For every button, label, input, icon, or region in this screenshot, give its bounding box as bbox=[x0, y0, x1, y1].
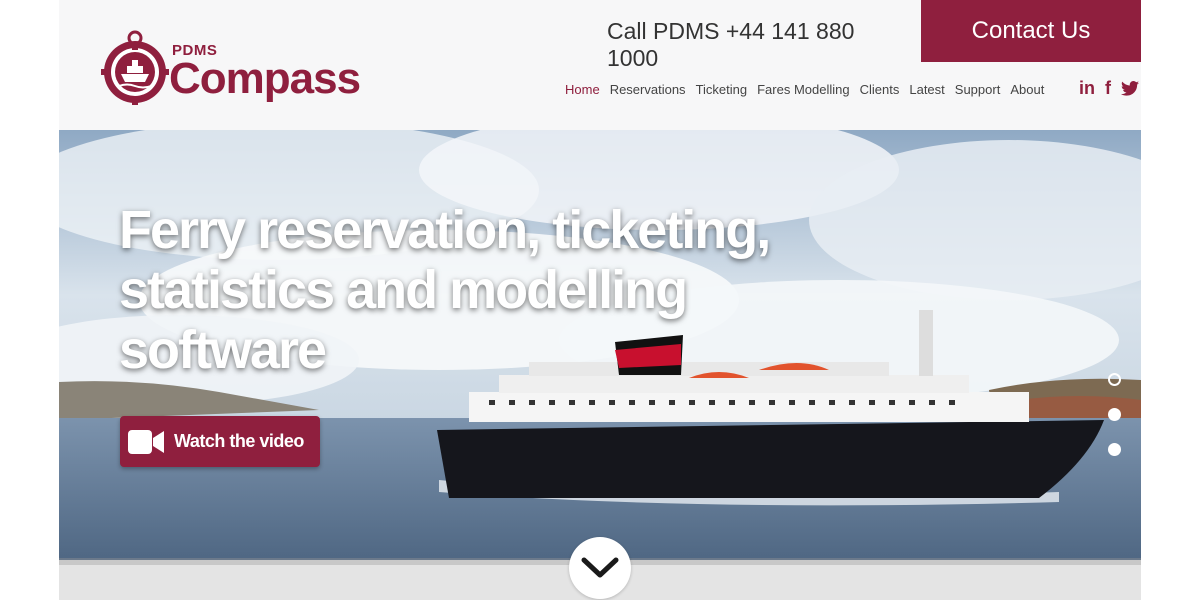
nav-item-latest[interactable]: Latest bbox=[909, 82, 944, 97]
nav-item-about[interactable]: About bbox=[1010, 82, 1044, 97]
social-links: in f bbox=[1079, 78, 1139, 99]
nav-item-support[interactable]: Support bbox=[955, 82, 1001, 97]
slide-dot-1[interactable] bbox=[1108, 373, 1121, 386]
hero-headline-line-1: Ferry reservation, ticketing, bbox=[119, 200, 771, 260]
hero-headline: Ferry reservation, ticketing, statistics… bbox=[119, 200, 819, 380]
logo-brand-name: Compass bbox=[169, 54, 361, 103]
logo[interactable]: PDMS Compass bbox=[97, 30, 377, 110]
nav-item-ticketing[interactable]: Ticketing bbox=[696, 82, 748, 97]
ship-compass-emblem-icon bbox=[101, 30, 169, 105]
linkedin-icon[interactable]: in bbox=[1079, 78, 1095, 99]
facebook-icon[interactable]: f bbox=[1105, 78, 1111, 99]
nav-item-reservations[interactable]: Reservations bbox=[610, 82, 686, 97]
watch-video-label: Watch the video bbox=[174, 431, 304, 451]
chevron-down-icon bbox=[581, 557, 619, 578]
site-header: PDMS Compass Call PDMS +44 141 880 1000 … bbox=[59, 0, 1141, 130]
contact-us-button[interactable]: Contact Us bbox=[921, 0, 1141, 62]
twitter-icon[interactable] bbox=[1121, 81, 1139, 96]
nav-item-home[interactable]: Home bbox=[565, 82, 600, 97]
slide-dot-3[interactable] bbox=[1108, 443, 1121, 456]
nav-item-clients[interactable]: Clients bbox=[860, 82, 900, 97]
nav-item-fares-modelling[interactable]: Fares Modelling bbox=[757, 82, 850, 97]
scroll-down-button[interactable] bbox=[569, 537, 631, 599]
page-frame: PDMS Compass Call PDMS +44 141 880 1000 … bbox=[59, 0, 1141, 600]
video-camera-icon bbox=[128, 429, 164, 454]
slide-dot-2[interactable] bbox=[1108, 408, 1121, 421]
main-nav: Home Reservations Ticketing Fares Modell… bbox=[565, 82, 1044, 97]
hero-slider: Ferry reservation, ticketing, statistics… bbox=[59, 130, 1141, 560]
hero-headline-line-3: software bbox=[119, 320, 327, 380]
slider-pagination bbox=[1108, 373, 1121, 456]
hero-headline-line-2: statistics and modelling bbox=[119, 260, 688, 320]
phone-number[interactable]: Call PDMS +44 141 880 1000 bbox=[607, 18, 907, 72]
watch-video-button[interactable]: Watch the video bbox=[120, 416, 320, 467]
